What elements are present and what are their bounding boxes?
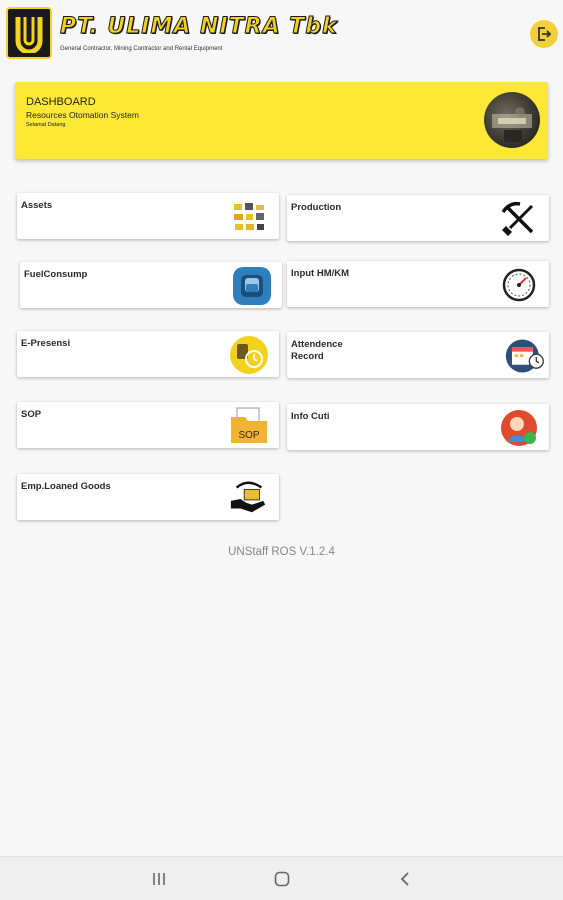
assets-icon	[229, 198, 269, 236]
menu-label: E-Presensi	[21, 338, 71, 349]
company-name: PT. ULIMA NITRA Tbk	[60, 14, 338, 40]
calendar-clock-icon	[505, 337, 545, 375]
logout-icon	[538, 27, 552, 41]
menu-label: Production	[291, 202, 342, 213]
app-version: UNStaff ROS V.1.2.4	[228, 546, 335, 558]
logout-button[interactable]	[530, 20, 558, 48]
menu-fuelconsump[interactable]: FuelConsump	[20, 262, 282, 308]
ulima-logo-icon	[6, 7, 52, 59]
dashboard-subtitle: Resources Otomation System	[26, 110, 139, 120]
menu-attendence-record[interactable]: Attendence Record	[287, 332, 549, 378]
system-navbar	[0, 856, 563, 900]
menu-e-presensi[interactable]: E-Presensi	[17, 331, 279, 377]
pickaxe-shovel-icon	[499, 200, 539, 238]
dashboard-greeting: Selamat Datang	[26, 122, 66, 128]
profile-avatar[interactable]	[484, 92, 540, 148]
menu-label: Attendence Record	[291, 339, 343, 362]
menu-production[interactable]: Production	[287, 195, 549, 241]
menu-label: Assets	[21, 200, 53, 211]
fuel-icon	[232, 267, 272, 305]
dashboard-card: DASHBOARD Resources Otomation System Sel…	[15, 82, 548, 159]
recent-apps-button[interactable]	[147, 869, 171, 889]
home-icon	[274, 871, 290, 887]
menu-label: Emp.Loaned Goods	[21, 481, 111, 492]
menu-label: Info Cuti	[291, 411, 330, 422]
speedometer-icon	[499, 266, 539, 304]
back-icon	[400, 872, 409, 886]
dashboard-title: DASHBOARD	[26, 96, 96, 108]
company-tagline: General Contractor, Mining Contractor an…	[60, 46, 223, 52]
menu-emp-loaned-goods[interactable]: Emp.Loaned Goods	[17, 474, 279, 520]
menu-label: SOP	[21, 409, 42, 420]
app-header: PT. ULIMA NITRA Tbk General Contractor, …	[0, 0, 563, 70]
recent-apps-icon	[153, 873, 165, 885]
fingerprint-clock-icon	[229, 336, 269, 374]
menu-info-cuti[interactable]: Info Cuti	[287, 404, 549, 450]
svg-text:SOP: SOP	[238, 430, 259, 441]
menu-assets[interactable]: Assets	[17, 193, 279, 239]
hand-goods-icon	[229, 479, 269, 517]
back-button[interactable]	[393, 869, 417, 889]
home-button[interactable]	[270, 869, 294, 889]
menu-sop[interactable]: SOP SOP	[17, 402, 279, 448]
menu-label: FuelConsump	[24, 269, 88, 280]
leave-info-icon	[499, 409, 539, 447]
menu-label: Input HM/KM	[291, 268, 350, 279]
sop-folder-icon: SOP	[229, 407, 269, 445]
menu-input-hm-km[interactable]: Input HM/KM	[287, 261, 549, 307]
